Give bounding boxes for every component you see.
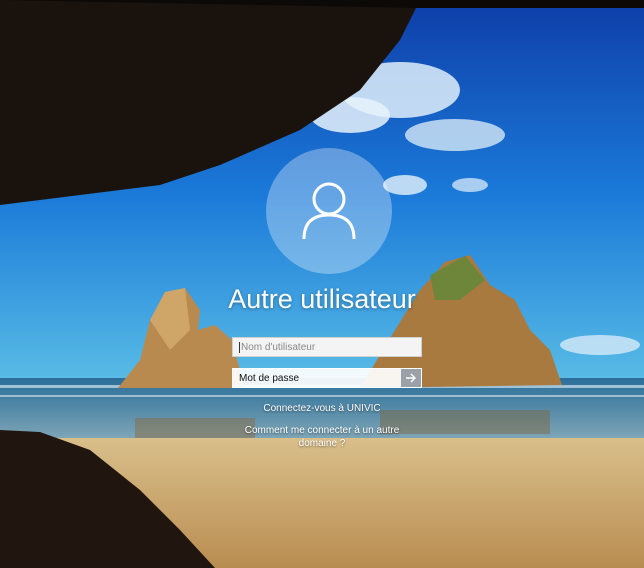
other-domain-line2: domaine ? — [298, 438, 346, 449]
sign-in-domain-label: Connectez-vous à UNIVIC — [263, 403, 381, 414]
other-domain-link[interactable]: Comment me connecter à un autre domaine … — [0, 424, 644, 450]
password-field[interactable]: Mot de passe — [232, 368, 422, 388]
other-domain-line1: Comment me connecter à un autre — [244, 425, 400, 436]
username-field[interactable]: Nom d'utilisateur — [232, 337, 422, 357]
arrow-right-icon — [406, 373, 416, 383]
text-cursor — [239, 342, 240, 353]
lock-screen: Autre utilisateur Nom d'utilisateur Mot … — [0, 0, 644, 568]
user-icon — [302, 182, 356, 240]
user-avatar — [266, 148, 392, 274]
password-placeholder: Mot de passe — [239, 373, 300, 384]
username-placeholder: Nom d'utilisateur — [241, 342, 316, 354]
account-name: Autre utilisateur — [228, 284, 416, 314]
submit-button[interactable] — [401, 369, 421, 387]
